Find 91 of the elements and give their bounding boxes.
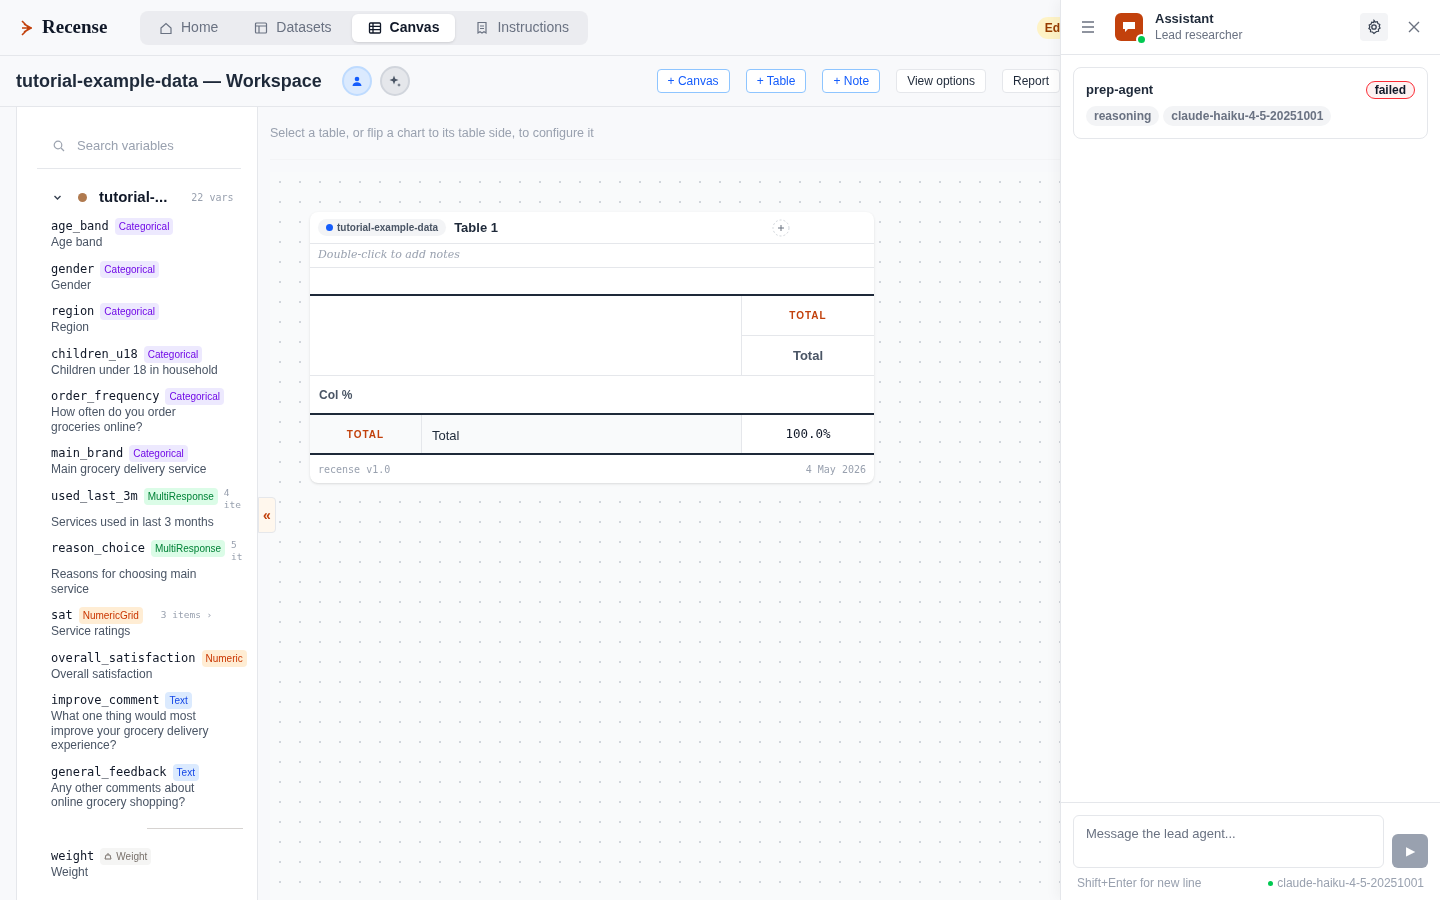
type-tag: Text — [165, 692, 192, 709]
type-tag: Categorical — [100, 303, 159, 320]
toolbar-button[interactable]: + Canvas — [656, 69, 730, 93]
column-group-header: TOTAL — [789, 309, 827, 323]
table-icon — [367, 20, 382, 35]
toolbar-button[interactable]: View options — [896, 69, 986, 93]
footer-date: 4 May 2026 — [805, 462, 866, 477]
variable-label: Reasons for choosing main service — [51, 567, 198, 596]
menu-icon[interactable] — [1081, 21, 1095, 33]
variable-name[interactable]: weight — [51, 846, 95, 865]
row-group-header: TOTAL — [346, 427, 385, 442]
variable-label: What one thing would most improve your grocery delivery experience? — [51, 709, 210, 753]
agent-tag: reasoning — [1086, 105, 1160, 126]
message-field[interactable]: Message the lead agent... — [1073, 815, 1384, 868]
footer-version: recense v1.0 — [318, 462, 391, 477]
agent-tag: claude-haiku-4-5-20251001 — [1163, 105, 1332, 126]
variable-name[interactable]: order_frequency — [51, 387, 160, 405]
variable-label: Children under 18 in household — [51, 362, 219, 377]
variable-label: Any other comments about online grocery shopping? — [51, 780, 196, 810]
toolbar-button[interactable]: Report — [1001, 69, 1060, 93]
variable-count: 22 vars — [191, 190, 234, 205]
variable-label: Age band — [51, 235, 104, 250]
variable-name[interactable]: general_feedback — [51, 762, 167, 781]
variable-name[interactable]: reason_choice — [51, 539, 145, 557]
brand-name: Recense — [42, 15, 108, 40]
close-icon[interactable] — [1408, 21, 1420, 33]
type-tag: MultiResponse — [143, 487, 218, 505]
table-title: Table 1 — [454, 218, 498, 237]
variable-label: Weight — [51, 864, 90, 879]
receipt-icon — [475, 20, 490, 35]
item-count: 5 it — [231, 539, 244, 563]
variable-name[interactable]: overall_satisfaction — [51, 648, 196, 667]
table-cell-text: 100.0% — [785, 424, 831, 443]
dataset-name[interactable]: tutorial-... — [99, 185, 168, 209]
variable-name[interactable]: main_brand — [51, 444, 124, 462]
variable-label: Service ratings — [51, 624, 132, 639]
search-icon — [53, 139, 65, 152]
mode-button[interactable] — [341, 66, 372, 96]
assistant-title: Assistant — [1155, 11, 1215, 28]
variable-label: Overall satisfaction — [51, 666, 154, 681]
variable-label: Region — [51, 320, 91, 335]
type-tag: Numeric — [201, 649, 247, 667]
settings-button[interactable] — [1360, 13, 1388, 41]
variable-label: Main grocery delivery service — [51, 462, 208, 477]
variable-name[interactable]: used_last_3m — [51, 486, 138, 505]
type-tag: Text — [172, 763, 199, 781]
edit-badge: Ed — [1036, 16, 1060, 39]
agent-name: prep-agent — [1086, 81, 1154, 99]
statistic-label: Col % — [319, 386, 353, 404]
variable-label: Gender — [51, 277, 93, 292]
layout-icon — [254, 20, 269, 35]
type-tag: Categorical — [114, 218, 174, 235]
toolbar-button[interactable]: + Table — [745, 69, 807, 93]
item-count: 3 items › — [160, 609, 213, 621]
variable-name[interactable]: sat — [51, 606, 73, 624]
assistant-subtitle: Lead researcher — [1155, 27, 1243, 43]
type-tag: Categorical — [100, 260, 159, 278]
type-tag: Categorical — [143, 345, 203, 363]
status-tag: failed — [1365, 80, 1415, 99]
house-icon — [159, 20, 173, 35]
toolbar-button[interactable]: + Note — [822, 69, 881, 93]
variable-name[interactable]: children_u18 — [51, 344, 138, 363]
dataset-chip: tutorial-example-data — [318, 219, 447, 236]
search-field[interactable]: Search variables — [77, 135, 227, 156]
type-tag: Weight — [100, 847, 152, 865]
config-hint: Select a table, or flip a chart to its table side, to configure it — [270, 124, 594, 142]
column-header: Total — [792, 346, 824, 365]
nav-tab[interactable]: Datasets — [238, 13, 348, 42]
type-tag: Categorical — [129, 445, 188, 462]
variable-label: Services used in last 3 months — [51, 514, 215, 529]
input-hint: Shift+Enter for new line — [1077, 875, 1202, 892]
nav-tab[interactable]: Canvas — [351, 13, 456, 42]
nav-tab[interactable]: Instructions — [459, 13, 585, 42]
collapse-button[interactable]: « — [258, 497, 276, 533]
row-label: Total — [432, 428, 460, 443]
workspace-title: tutorial-example-data — Workspace — [16, 69, 322, 93]
variable-name[interactable]: gender — [51, 259, 95, 278]
model-indicator: claude-haiku-4-5-20251001 — [1268, 874, 1424, 892]
type-tag: Categorical — [165, 388, 224, 405]
logo-icon — [20, 18, 34, 37]
variable-name[interactable]: age_band — [51, 217, 109, 235]
variable-name[interactable]: improve_comment — [51, 691, 160, 709]
type-tag: MultiResponse — [150, 540, 226, 557]
chat-icon — [1122, 21, 1136, 33]
mode-button[interactable] — [379, 66, 410, 96]
variable-label: How often do you order groceries online? — [51, 405, 177, 434]
variable-name[interactable]: region — [51, 302, 95, 320]
weight-icon — [104, 852, 113, 860]
nav-tab[interactable]: Home — [143, 13, 235, 42]
type-tag: NumericGrid — [78, 607, 143, 624]
settings-icon — [1366, 19, 1382, 35]
